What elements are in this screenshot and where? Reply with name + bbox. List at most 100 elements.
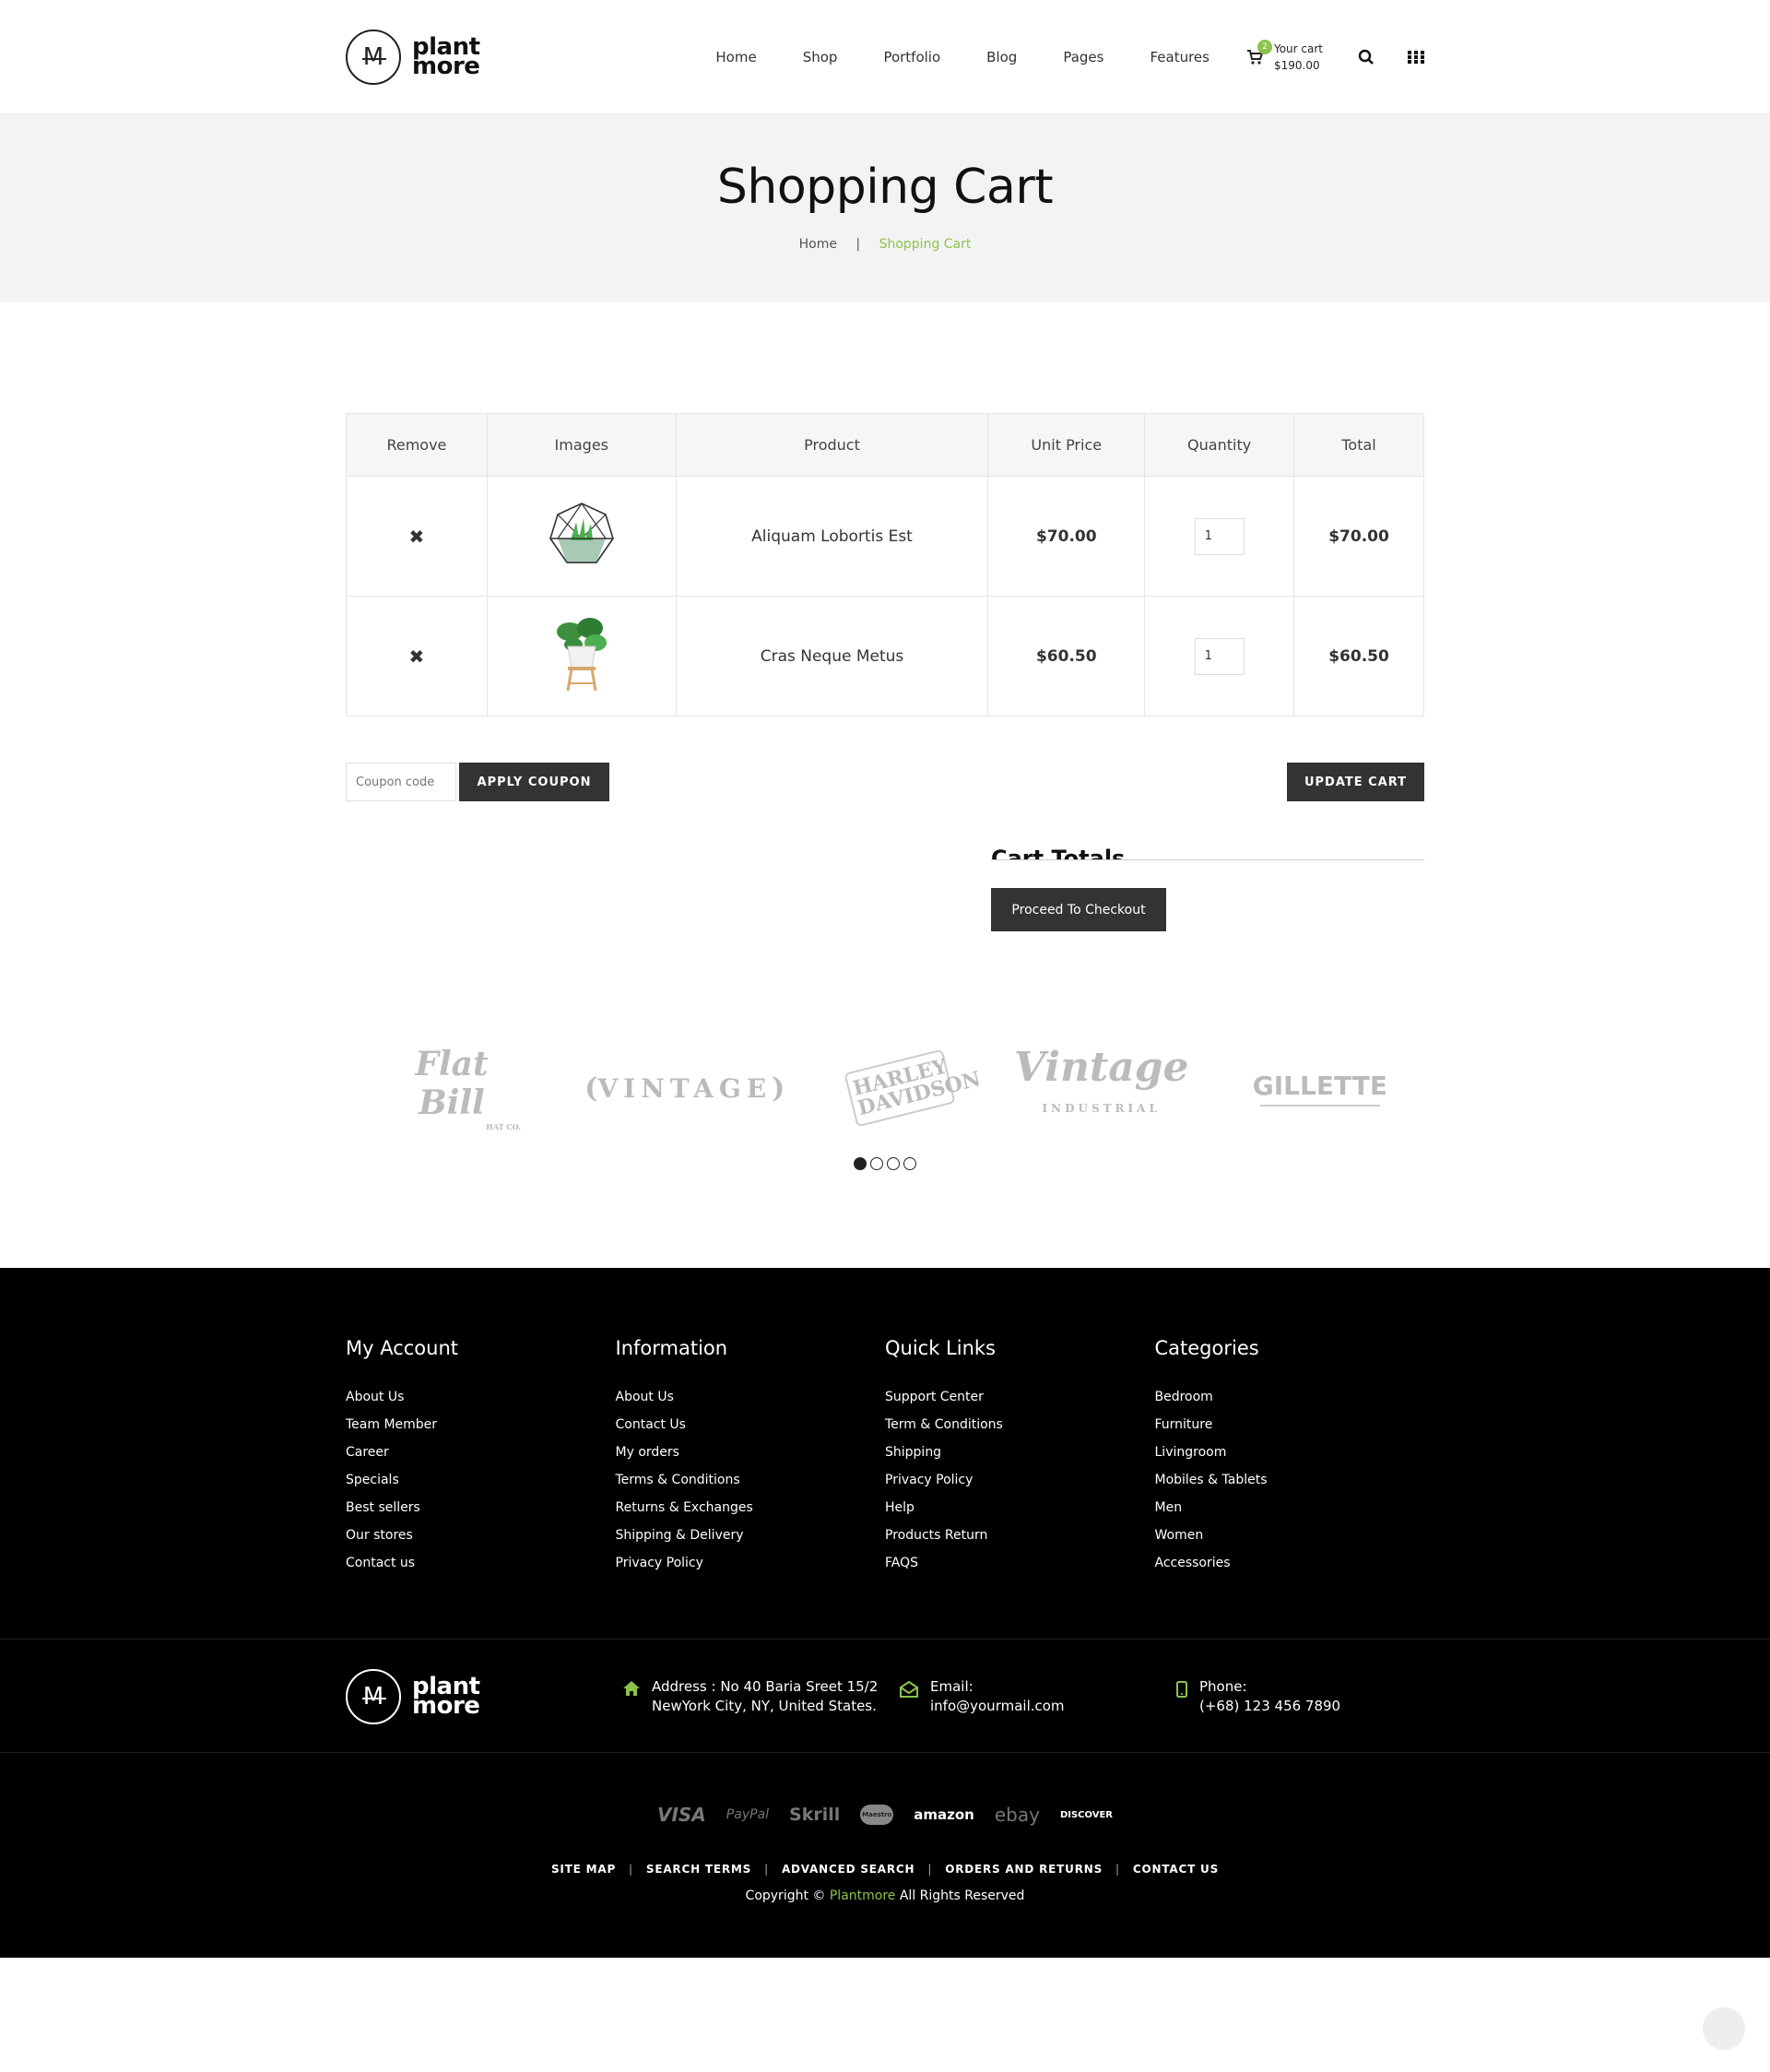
phone-value[interactable]: (+68) 123 456 7890 <box>1199 1697 1340 1716</box>
discover-logo: DISCOVER <box>1059 1809 1114 1820</box>
paypal-logo: PayPal <box>726 1807 770 1822</box>
breadcrumb-home[interactable]: Home <box>799 237 837 252</box>
footer-contact-bar: M plant more Address : No 40 Baria Sreet… <box>0 1639 1770 1753</box>
footer-address: Address : No 40 Baria Sreet 15/2 NewYork… <box>622 1677 899 1716</box>
brand-logo[interactable]: (VINTAGE) <box>584 1072 785 1105</box>
product-image[interactable] <box>553 618 610 697</box>
carousel-dot[interactable] <box>870 1157 883 1170</box>
footer-link[interactable]: Specials <box>346 1466 616 1494</box>
site-footer: My Account About Us Team Member Career S… <box>0 1268 1770 1958</box>
logo-mark-letter: M <box>362 1683 384 1711</box>
footer-link[interactable]: Shipping & Delivery <box>616 1521 886 1549</box>
copyright: Copyright © Plantmore All Rights Reserve… <box>0 1888 1770 1903</box>
footer-link[interactable]: Contact us <box>346 1549 616 1577</box>
footer-link[interactable]: Mobiles & Tablets <box>1155 1466 1425 1494</box>
nav-shop[interactable]: Shop <box>803 49 838 65</box>
footer-link[interactable]: Privacy Policy <box>616 1549 886 1577</box>
logo-text: plant more <box>412 35 480 78</box>
brand-logo[interactable]: Flat Bill HAT CO. <box>383 1045 521 1131</box>
phone-icon <box>1175 1680 1188 1704</box>
footer-link[interactable]: Term & Conditions <box>885 1411 1155 1439</box>
nav-pages[interactable]: Pages <box>1063 49 1103 65</box>
search-terms-link[interactable]: SEARCH TERMS <box>646 1863 751 1876</box>
maestro-label: Maestro <box>862 1811 892 1818</box>
footer-col-title: Information <box>615 1337 728 1359</box>
footer-link[interactable]: Livingroom <box>1155 1439 1425 1466</box>
nav-features[interactable]: Features <box>1150 49 1210 65</box>
proceed-to-checkout-button[interactable]: Proceed To Checkout <box>991 888 1166 931</box>
cart-count-badge: 2 <box>1257 39 1272 54</box>
coupon-row: APPLY COUPON UPDATE CART <box>346 763 1424 801</box>
address-line1: Address : No 40 Baria Sreet 15/2 <box>652 1678 879 1695</box>
contact-us-link[interactable]: CONTACT US <box>1133 1863 1219 1876</box>
carousel-dot[interactable] <box>887 1157 900 1170</box>
advanced-search-link[interactable]: ADVANCED SEARCH <box>782 1863 914 1876</box>
footer-link[interactable]: Team Member <box>346 1411 616 1439</box>
nav-blog[interactable]: Blog <box>986 49 1017 65</box>
product-name[interactable]: Aliquam Lobortis Est <box>675 476 989 597</box>
footer-link[interactable]: My orders <box>616 1439 886 1466</box>
footer-link[interactable]: Best sellers <box>346 1494 616 1521</box>
nav-portfolio[interactable]: Portfolio <box>883 49 940 65</box>
search-icon[interactable] <box>1358 49 1375 65</box>
footer-link[interactable]: Bedroom <box>1155 1383 1425 1411</box>
phone-label: Phone: <box>1199 1678 1247 1695</box>
breadcrumb-separator: | <box>856 237 861 252</box>
footer-link[interactable]: Our stores <box>346 1521 616 1549</box>
footer-link[interactable]: Accessories <box>1155 1549 1425 1577</box>
footer-link[interactable]: About Us <box>616 1383 886 1411</box>
site-map-link[interactable]: SITE MAP <box>551 1863 616 1876</box>
remove-item-button[interactable]: ✖ <box>409 645 425 668</box>
grid-menu-icon[interactable] <box>1408 49 1424 65</box>
update-cart-button[interactable]: UPDATE CART <box>1287 763 1424 801</box>
footer-link[interactable]: Contact Us <box>616 1411 886 1439</box>
product-image[interactable] <box>549 503 615 571</box>
footer-logo[interactable]: M plant more <box>346 1669 622 1724</box>
footer-link[interactable]: Terms & Conditions <box>616 1466 886 1494</box>
quantity-input[interactable] <box>1194 517 1245 555</box>
brand-logo[interactable]: Vintage INDUSTRIAL <box>1014 1048 1189 1129</box>
apply-coupon-button[interactable]: APPLY COUPON <box>459 763 609 801</box>
footer-link[interactable]: Help <box>885 1494 1155 1521</box>
footer-link[interactable]: Career <box>346 1439 616 1466</box>
header-quantity: Quantity <box>1144 413 1295 477</box>
brand-sub: INDUSTRIAL <box>1042 1102 1161 1115</box>
breadcrumb: Home | Shopping Cart <box>0 237 1770 252</box>
cart-label: Your cart <box>1273 41 1323 55</box>
footer-link[interactable]: Privacy Policy <box>885 1466 1155 1494</box>
brand-logo[interactable]: GILLETTE <box>1253 1071 1387 1107</box>
page-title-banner: Shopping Cart Home | Shopping Cart <box>0 113 1770 302</box>
footer-phone: Phone: (+68) 123 456 7890 <box>1175 1677 1340 1716</box>
carousel-dot[interactable] <box>903 1157 916 1170</box>
logo-mark: M <box>346 1669 401 1724</box>
footer-col-title: Categories <box>1154 1337 1259 1359</box>
mini-cart[interactable]: 2 Your cart $190.00 <box>1246 39 1323 74</box>
footer-link[interactable]: Men <box>1155 1494 1425 1521</box>
footer-link[interactable]: Women <box>1155 1521 1425 1549</box>
remove-item-button[interactable]: ✖ <box>409 526 425 548</box>
footer-link[interactable]: FAQS <box>885 1549 1155 1577</box>
footer-col-information: Information About Us Contact Us My order… <box>616 1337 886 1639</box>
footer-link[interactable]: Returns & Exchanges <box>616 1494 886 1521</box>
carousel-dot[interactable] <box>854 1157 867 1170</box>
product-name[interactable]: Cras Neque Metus <box>675 596 989 716</box>
footer-link[interactable]: About Us <box>346 1383 616 1411</box>
nav-home[interactable]: Home <box>715 49 756 65</box>
email-value[interactable]: info@yourmail.com <box>930 1697 1065 1716</box>
cart-section: Remove Images Product Unit Price Quantit… <box>0 302 1770 1170</box>
quantity-input[interactable] <box>1194 637 1245 675</box>
brand-logo[interactable]: HARLEY DAVIDSON <box>843 1048 983 1128</box>
copyright-brand[interactable]: Plantmore <box>830 1888 896 1903</box>
footer-col-my-account: My Account About Us Team Member Career S… <box>346 1337 616 1639</box>
brand-carousel: Flat Bill HAT CO. (VINTAGE) HARLEY DAVID… <box>346 1042 1424 1134</box>
orders-and-returns-link[interactable]: ORDERS AND RETURNS <box>945 1863 1103 1876</box>
line-total: $60.50 <box>1293 596 1424 716</box>
footer-link[interactable]: Support Center <box>885 1383 1155 1411</box>
footer-link[interactable]: Shipping <box>885 1439 1155 1466</box>
logo[interactable]: M plant more <box>346 29 480 85</box>
scroll-to-top-button[interactable] <box>1703 2007 1745 2050</box>
footer-link[interactable]: Furniture <box>1155 1411 1425 1439</box>
footer-link[interactable]: Products Return <box>885 1521 1155 1549</box>
carousel-dots <box>346 1157 1424 1170</box>
coupon-code-input[interactable] <box>346 763 456 801</box>
